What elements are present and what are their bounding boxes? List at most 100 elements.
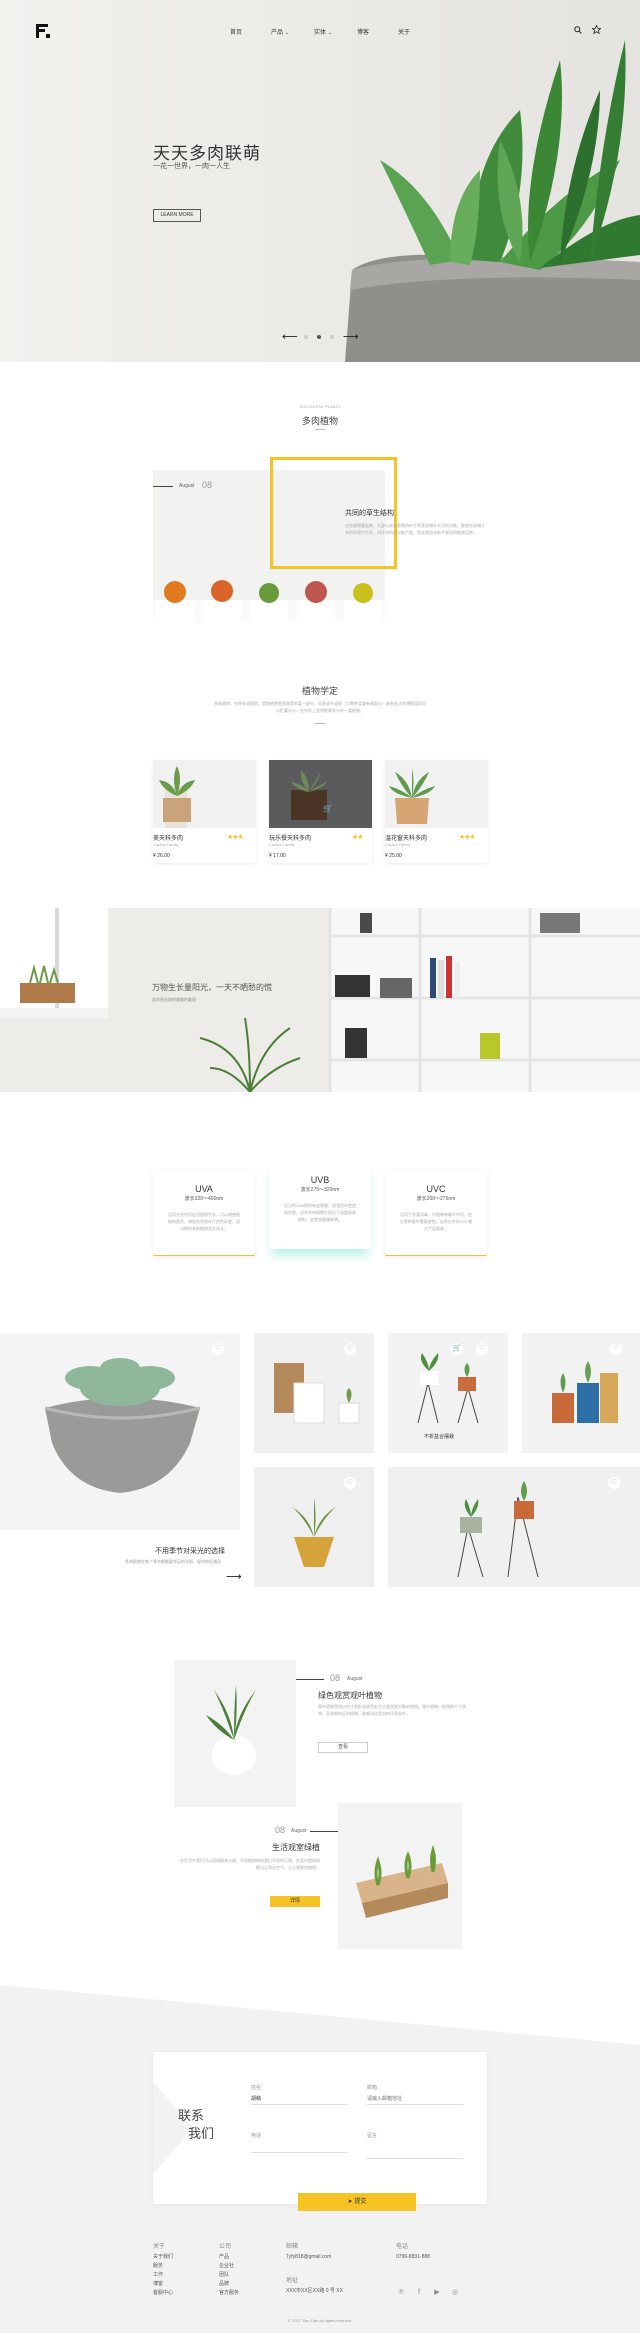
- footer-email[interactable]: Tyfy818@gmail.com: [286, 2253, 331, 2262]
- chevron-down-icon: ⌄: [284, 30, 289, 36]
- nav-products[interactable]: 产品 ⌄: [271, 27, 289, 36]
- gallery-arrow-icon[interactable]: ⟶: [226, 1570, 242, 1583]
- title-underline: [315, 429, 325, 430]
- product-sub: Cactus Family: [153, 842, 179, 847]
- footer-link[interactable]: 产品: [219, 2253, 239, 2262]
- footer-address: XXX市XX区XX路 0 号 XX: [286, 2288, 343, 2294]
- next-arrow-icon[interactable]: ⟶: [343, 330, 359, 343]
- search-icon[interactable]: [574, 26, 582, 34]
- gallery-tile-wide[interactable]: [388, 1467, 640, 1587]
- article-view-button[interactable]: 查看: [318, 1742, 368, 1753]
- cart-icon[interactable]: 🛒: [451, 1343, 463, 1355]
- nav-products-label: 产品: [271, 30, 284, 36]
- date-day: 08: [202, 480, 213, 490]
- favorite-heart-icon[interactable]: ♡: [212, 1343, 224, 1355]
- footer-link[interactable]: 客服中心: [153, 2289, 173, 2298]
- nav-entity-label: 实体: [314, 30, 327, 36]
- footer-col-title: 地址: [286, 2278, 299, 2284]
- submit-button[interactable]: ➤ 提交: [298, 2193, 416, 2211]
- favorite-heart-icon[interactable]: ♡: [344, 1477, 356, 1489]
- slide-dot-active[interactable]: [317, 335, 321, 339]
- facebook-icon[interactable]: f: [414, 2288, 424, 2298]
- star-icon[interactable]: [592, 25, 601, 34]
- article-text: 在生活中我们可以用绿植来点缀，不同植物带给我们不同的心情，在室内摆放绿植可以净化…: [180, 1858, 320, 1870]
- learn-more-button[interactable]: LEARN MORE: [153, 209, 201, 222]
- gallery-tile[interactable]: [254, 1333, 374, 1453]
- article-title: 生活观室绿植: [272, 1843, 320, 1852]
- product-image: [153, 760, 256, 828]
- gallery-tile[interactable]: 不折盆合摆栽: [388, 1333, 508, 1453]
- nav-about[interactable]: 关于: [398, 27, 410, 36]
- product-card[interactable]: 🛒 玩乐餐天科多肉 Cactus Family ★★ ¥ 17.00: [269, 760, 372, 863]
- gallery-tile[interactable]: [254, 1467, 374, 1587]
- footer-link[interactable]: 企业社: [219, 2262, 239, 2271]
- name-label: 姓名: [251, 2085, 262, 2091]
- footer-links-company: 产品 企业社 团队 品牌 官方服务: [219, 2253, 239, 2298]
- footer-link[interactable]: 关于我们: [153, 2253, 173, 2262]
- product-card[interactable]: 美天科多肉 Cactus Family ★★★ ¥ 26.00: [153, 760, 256, 863]
- product-price: ¥ 26.00: [153, 853, 170, 859]
- product-name: 温花窗天科多肉: [385, 836, 428, 842]
- footer-col-title: 电话: [396, 2244, 409, 2250]
- painted-pots-image: [522, 1333, 640, 1453]
- youtube-icon[interactable]: ▶: [432, 2288, 442, 2298]
- footer-link[interactable]: 官方服务: [219, 2289, 239, 2298]
- hero-illustration: [0, 0, 640, 362]
- gallery-tile-large[interactable]: [0, 1333, 240, 1530]
- product-image: [385, 760, 488, 828]
- slide-dot[interactable]: [304, 335, 308, 339]
- email-input[interactable]: [367, 2093, 463, 2105]
- uv-range: 波长275～320nm: [300, 1187, 340, 1193]
- footer-link[interactable]: 团队: [219, 2271, 239, 2280]
- product-sub: Cactus Family: [269, 842, 295, 847]
- logo[interactable]: [36, 24, 50, 38]
- favorite-heart-icon[interactable]: ♡: [608, 1477, 620, 1489]
- hero-section: 首页 产品 ⌄ 实体 ⌄ 博客 关于 天天多肉联萌 一花一世界，一肉一人生 LE…: [0, 0, 640, 362]
- article-detail-button[interactable]: 详情: [270, 1896, 320, 1907]
- article-image: [174, 1660, 296, 1807]
- article-line: [310, 1831, 338, 1832]
- footer-link[interactable]: 品牌: [219, 2280, 239, 2289]
- favorite-heart-icon[interactable]: ♡: [610, 1343, 622, 1355]
- article-title: 绿色观赏观叶植物: [318, 1691, 382, 1700]
- message-label: 留言: [367, 2133, 378, 2139]
- footer-link[interactable]: 工作: [153, 2271, 173, 2280]
- footer-link[interactable]: 博客: [153, 2280, 173, 2289]
- uv-range: 波长200～275nm: [416, 1196, 456, 1202]
- email-label: 邮箱: [367, 2085, 378, 2091]
- footer-links-about: 关于我们 服务 工作 博客 客服中心: [153, 2253, 173, 2298]
- uv-title: UVA: [195, 1184, 213, 1194]
- science-text: 多肉植物，也称多浆植物，是指植物营养器官的某一部分，如茎或叶或根（少数种类兼有两…: [214, 701, 426, 713]
- message-input[interactable]: [367, 2141, 463, 2159]
- uv-card-uvb[interactable]: UVB 波长275～320nm 适当的UVB照射有益植物，但强烈时会造成伤害。适…: [269, 1163, 371, 1249]
- nav-home[interactable]: 首页: [230, 27, 242, 36]
- gallery-caption-sub: 多肉植物在各个季节都需要充足的光照，保持良好通风: [125, 1559, 221, 1564]
- uv-card-uvc[interactable]: UVC 波长200～275nm 适用于杀菌消毒，对植物有破坏作用，在日常种植中需…: [385, 1170, 487, 1256]
- chevron-down-icon: ⌄: [327, 30, 332, 36]
- nav-entity[interactable]: 实体 ⌄: [314, 27, 332, 36]
- pinterest-icon[interactable]: ℗: [396, 2288, 406, 2298]
- uv-card-uva[interactable]: UVA 波长320～400nm 适用光合作用促进植物生长，可以改善植物的颜色，增…: [153, 1170, 255, 1256]
- favorite-heart-icon[interactable]: ♡: [344, 1343, 356, 1355]
- tile-label: 不折盆合摆栽: [424, 1434, 455, 1440]
- date-line: [153, 486, 173, 487]
- name-input[interactable]: [251, 2093, 347, 2105]
- dribbble-icon[interactable]: ◎: [450, 2288, 460, 2298]
- product-card[interactable]: 温花窗天科多肉 Cactus Family ★★★ ¥ 25.00: [385, 760, 488, 863]
- gallery-tile[interactable]: [522, 1333, 640, 1453]
- footer-col-title: 公司: [219, 2244, 232, 2250]
- bowl-succulent-image: [0, 1333, 240, 1530]
- footer-col-title: 关于: [153, 2244, 166, 2250]
- nav-blog[interactable]: 博客: [357, 27, 369, 36]
- phone-input[interactable]: [251, 2141, 347, 2153]
- slide-dot[interactable]: [330, 335, 334, 339]
- svg-text:🛒: 🛒: [323, 803, 333, 813]
- send-icon: ➤: [347, 2199, 353, 2205]
- prev-arrow-icon[interactable]: ⟵: [282, 330, 298, 343]
- date-month: August: [179, 483, 195, 489]
- favorite-heart-icon[interactable]: ♡: [476, 1343, 488, 1355]
- footer-phone[interactable]: 0796-8831-888: [396, 2253, 430, 2262]
- footer-link[interactable]: 服务: [153, 2262, 173, 2271]
- rating-stars-icon: ★★★: [227, 834, 244, 841]
- product-sub: Cactus Family: [385, 842, 411, 847]
